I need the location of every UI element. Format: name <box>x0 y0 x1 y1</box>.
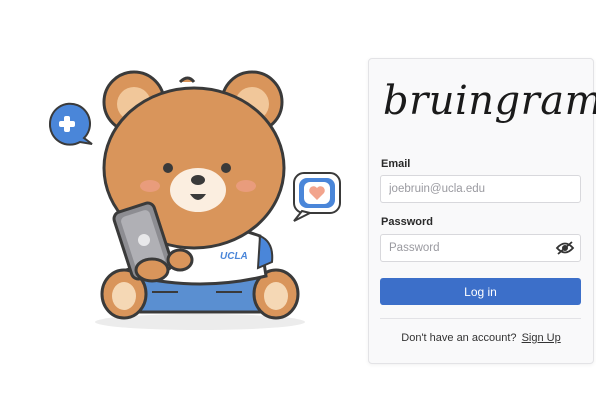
hide-password-icon[interactable] <box>555 240 575 256</box>
bear-illustration: UCLA <box>40 60 360 350</box>
login-button[interactable]: Log in <box>380 278 581 305</box>
brand-logo: bruingram <box>383 78 596 124</box>
signup-row: Don't have an account? Sign Up <box>369 332 593 344</box>
email-label: Email <box>381 158 411 170</box>
divider <box>380 318 581 319</box>
bear-mascot: UCLA <box>48 70 341 330</box>
heart-bubble-icon <box>293 172 341 222</box>
signup-link[interactable]: Sign Up <box>522 332 561 344</box>
apple-logo-icon <box>138 234 150 246</box>
signup-prompt: Don't have an account? <box>401 332 517 344</box>
password-field[interactable] <box>380 234 581 262</box>
password-label: Password <box>381 216 433 228</box>
login-card: bruingram Email Password Log in Don't ha… <box>368 58 596 364</box>
plus-bubble-icon <box>48 102 93 146</box>
email-field[interactable] <box>380 175 581 203</box>
shirt-logo: UCLA <box>220 251 248 262</box>
